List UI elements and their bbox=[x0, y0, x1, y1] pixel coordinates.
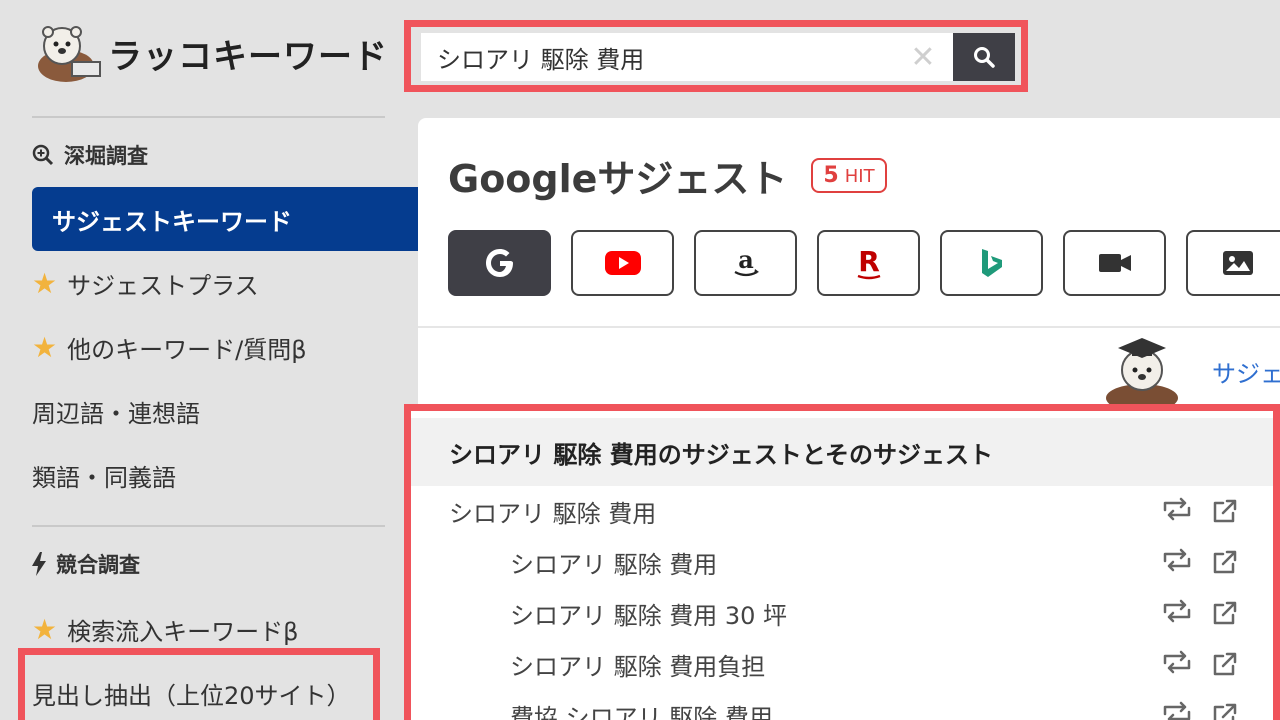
zoom-in-icon bbox=[32, 144, 54, 166]
panel-title-text: Googleサジェスト bbox=[448, 157, 788, 201]
repeat-icon[interactable] bbox=[1161, 599, 1193, 627]
repeat-icon[interactable] bbox=[1161, 650, 1193, 678]
rakuten-icon: R bbox=[857, 245, 880, 280]
sidebar-item-label: 他のキーワード/質問β bbox=[67, 336, 307, 364]
external-link-icon[interactable] bbox=[1211, 548, 1239, 576]
sidebar: ラッコキーワード 深堀調査 サジェストキーワード ★ サジェストプラス ★ 他の… bbox=[0, 0, 418, 720]
section-label: 競合調査 bbox=[56, 553, 140, 577]
suggest-link[interactable]: サジェ bbox=[1212, 354, 1280, 389]
panel-title: Googleサジェスト 5 HIT bbox=[448, 148, 887, 203]
section-heading-competitor-research: 競合調査 bbox=[32, 549, 140, 579]
result-row: シロアリ 駆除 費用 30 坪 bbox=[411, 588, 1273, 638]
sidebar-divider bbox=[32, 525, 385, 527]
video-camera-icon bbox=[1098, 254, 1131, 272]
sidebar-item-suggest-plus[interactable]: ★ サジェストプラス bbox=[32, 266, 259, 301]
result-row: 費協 シロアリ 駆除 費用 bbox=[411, 690, 1273, 720]
star-icon: ★ bbox=[32, 330, 58, 364]
result-keyword[interactable]: シロアリ 駆除 費用 30 坪 bbox=[510, 596, 1273, 631]
tab-youtube[interactable] bbox=[571, 230, 674, 296]
tab-google[interactable] bbox=[448, 230, 551, 296]
section-label: 深堀調査 bbox=[64, 144, 148, 168]
search-box: ✕ bbox=[421, 33, 961, 81]
repeat-icon[interactable] bbox=[1161, 497, 1193, 525]
svg-text:a: a bbox=[738, 246, 754, 274]
tab-amazon[interactable]: a bbox=[694, 230, 797, 296]
logo-text: ラッコキーワード bbox=[108, 36, 388, 77]
amazon-icon: a bbox=[733, 246, 759, 277]
results-highlight-frame: シロアリ 駆除 費用のサジェストとそのサジェスト シロアリ 駆除 費用 シロアリ … bbox=[404, 404, 1280, 720]
sidebar-item-synonyms[interactable]: 類語・同義語 bbox=[32, 458, 176, 493]
result-keyword[interactable]: 費協 シロアリ 駆除 費用 bbox=[510, 698, 1273, 720]
repeat-icon[interactable] bbox=[1161, 548, 1193, 576]
sidebar-item-label: 検索流入キーワードβ bbox=[67, 618, 299, 646]
clear-icon[interactable]: ✕ bbox=[901, 40, 945, 75]
svg-text:R: R bbox=[858, 245, 880, 278]
sidebar-item-other-keywords[interactable]: ★ 他のキーワード/質問β bbox=[32, 330, 307, 365]
engine-tabs: a R bbox=[448, 230, 1280, 296]
highlight-frame bbox=[18, 648, 380, 720]
app-logo[interactable]: ラッコキーワード bbox=[32, 22, 388, 84]
sidebar-item-suggest-keyword[interactable]: サジェストキーワード bbox=[32, 187, 418, 251]
tab-bing[interactable] bbox=[940, 230, 1043, 296]
tab-image[interactable] bbox=[1186, 230, 1280, 296]
hit-label: HIT bbox=[844, 166, 875, 187]
result-keyword[interactable]: シロアリ 駆除 費用 bbox=[510, 545, 1273, 580]
sidebar-divider bbox=[32, 116, 385, 118]
hit-count: 5 bbox=[823, 163, 839, 188]
result-row: シロアリ 駆除 費用 bbox=[411, 537, 1273, 587]
repeat-icon[interactable] bbox=[1161, 701, 1193, 720]
result-keyword[interactable]: シロアリ 駆除 費用 bbox=[449, 494, 1273, 529]
otter-graduate-icon bbox=[1106, 338, 1178, 412]
results-header: シロアリ 駆除 費用のサジェストとそのサジェスト bbox=[411, 418, 1273, 486]
sidebar-item-label: 周辺語・連想語 bbox=[32, 400, 200, 428]
results-header-text: シロアリ 駆除 費用のサジェストとそのサジェスト bbox=[449, 440, 993, 469]
search-input[interactable] bbox=[421, 33, 901, 81]
image-icon bbox=[1222, 251, 1253, 275]
result-row: シロアリ 駆除 費用負担 bbox=[411, 639, 1273, 689]
tab-rakuten[interactable]: R bbox=[817, 230, 920, 296]
sidebar-item-search-inflow[interactable]: ★ 検索流入キーワードβ bbox=[32, 612, 298, 647]
star-icon: ★ bbox=[32, 266, 58, 300]
otter-mascot-icon bbox=[38, 26, 101, 82]
star-icon: ★ bbox=[32, 612, 58, 646]
result-row: シロアリ 駆除 費用 bbox=[411, 486, 1273, 536]
mascot-graduate bbox=[1102, 332, 1186, 412]
google-icon bbox=[485, 249, 513, 277]
search-highlight-frame: ✕ bbox=[404, 20, 1028, 92]
bing-icon bbox=[981, 249, 1002, 277]
search-icon bbox=[974, 47, 995, 68]
hit-badge: 5 HIT bbox=[811, 158, 887, 193]
sidebar-item-label: 類語・同義語 bbox=[32, 464, 176, 492]
lightning-icon bbox=[32, 552, 46, 576]
panel-divider bbox=[418, 326, 1280, 328]
external-link-icon[interactable] bbox=[1211, 650, 1239, 678]
tab-video[interactable] bbox=[1063, 230, 1166, 296]
external-link-icon[interactable] bbox=[1211, 599, 1239, 627]
sidebar-item-label: サジェストキーワード bbox=[52, 207, 292, 236]
sidebar-item-related-words[interactable]: 周辺語・連想語 bbox=[32, 394, 200, 429]
external-link-icon[interactable] bbox=[1211, 701, 1239, 720]
sidebar-item-label: サジェストプラス bbox=[67, 272, 259, 300]
section-heading-deep-research: 深堀調査 bbox=[32, 140, 148, 170]
external-link-icon[interactable] bbox=[1211, 497, 1239, 525]
result-keyword[interactable]: シロアリ 駆除 費用負担 bbox=[510, 647, 1273, 682]
search-button[interactable] bbox=[953, 33, 1015, 81]
youtube-icon bbox=[604, 251, 641, 275]
